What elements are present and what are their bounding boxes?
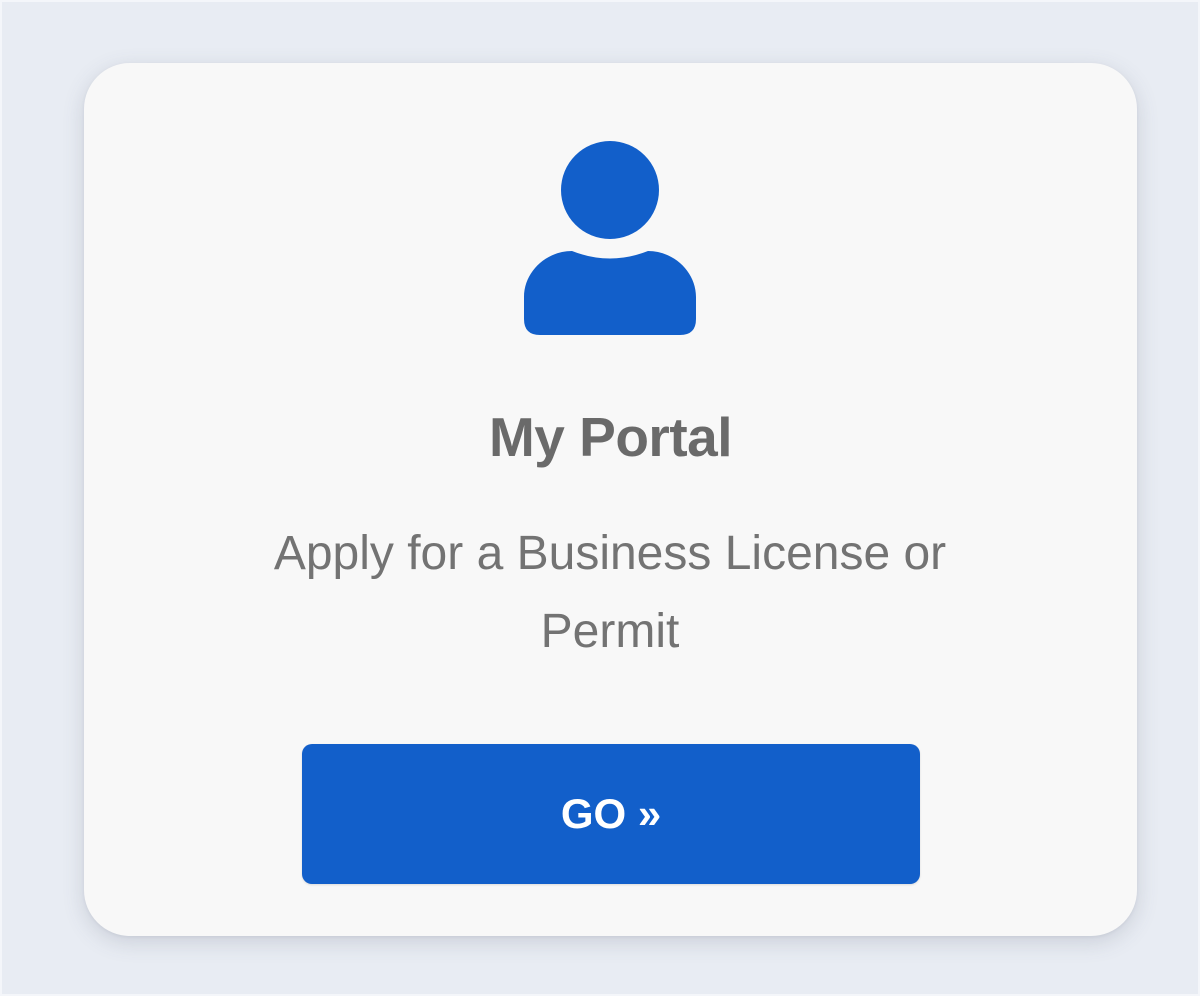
card-title: My Portal: [488, 406, 733, 468]
card-description: Apply for a Business License or Permit: [273, 527, 947, 658]
portal-card: My Portal Apply for a Business License o…: [84, 63, 1137, 936]
go-button[interactable]: GO »: [302, 744, 920, 884]
user-icon: [524, 141, 696, 339]
